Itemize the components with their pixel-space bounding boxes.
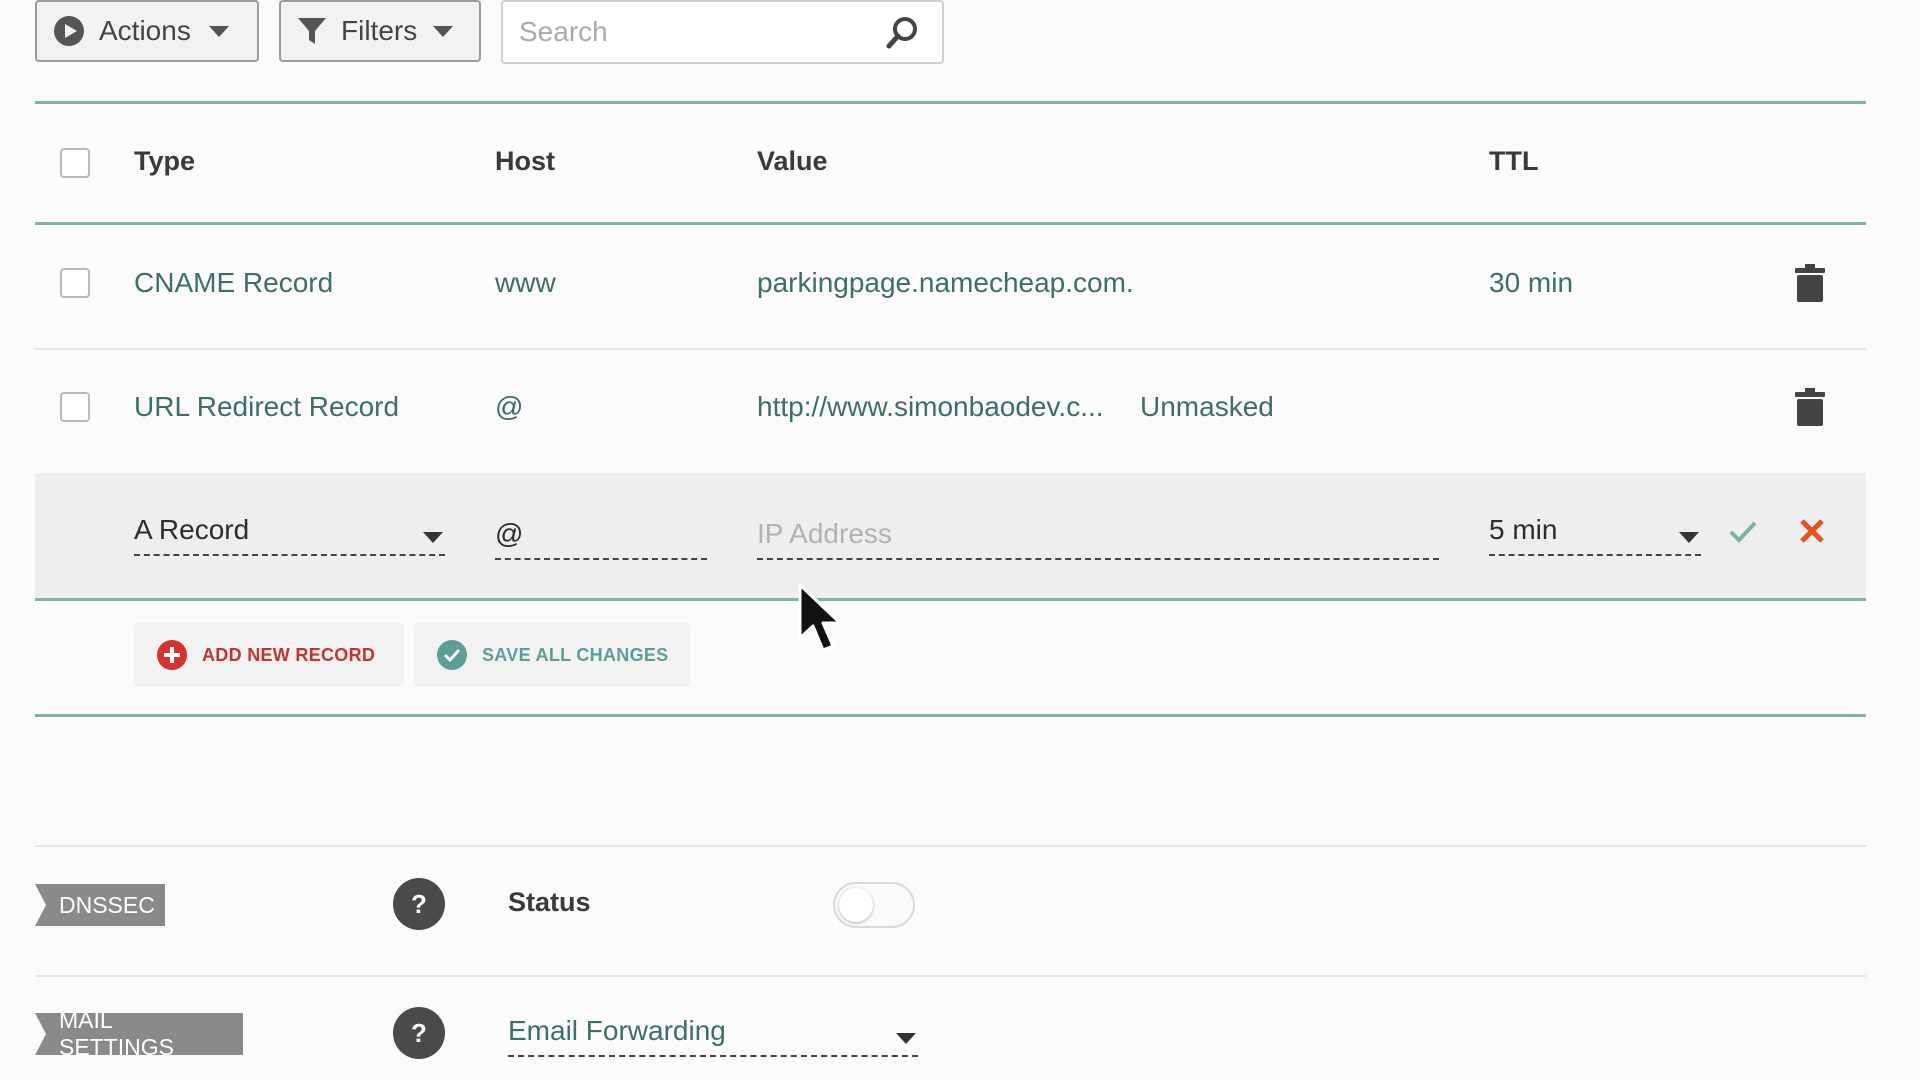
section-divider (35, 845, 1866, 847)
section-divider (35, 975, 1866, 977)
plus-circle-icon (157, 640, 187, 670)
add-new-record-label: ADD NEW RECORD (202, 644, 376, 665)
add-new-record-button[interactable]: ADD NEW RECORD (134, 623, 404, 687)
record-value[interactable]: http://www.simonbaodev.c... (757, 391, 1104, 423)
ip-address-input[interactable]: IP Address (757, 518, 1439, 560)
search-box (501, 0, 944, 64)
filters-button[interactable]: Filters (279, 0, 481, 62)
record-type-value: A Record (134, 514, 250, 545)
trash-icon[interactable] (1795, 264, 1825, 302)
records-bottom-rule (35, 714, 1866, 717)
save-record-check-icon[interactable] (1729, 520, 1757, 544)
record-host[interactable]: www (495, 267, 556, 299)
ttl-select[interactable]: 5 min (1489, 514, 1701, 556)
ttl-value: 5 min (1489, 514, 1558, 545)
record-ttl[interactable]: 30 min (1489, 267, 1573, 299)
dnssec-tag: DNSSEC (35, 884, 165, 926)
cancel-record-close-icon[interactable] (1799, 518, 1825, 544)
record-value[interactable]: parkingpage.namecheap.com. (757, 267, 1134, 299)
search-input[interactable] (503, 15, 886, 49)
chevron-down-icon (208, 25, 229, 37)
select-all-checkbox[interactable] (60, 148, 90, 178)
row-checkbox[interactable] (60, 392, 90, 422)
chevron-down-icon (423, 532, 443, 543)
mail-settings-help-icon[interactable]: ? (393, 1007, 445, 1059)
mail-settings-tag: MAIL SETTINGS (35, 1007, 243, 1060)
chevron-down-icon (896, 1033, 916, 1044)
record-host[interactable]: @ (495, 391, 523, 423)
save-all-changes-button[interactable]: SAVE ALL CHANGES (414, 623, 690, 687)
mail-settings-select[interactable]: Email Forwarding (508, 1015, 918, 1057)
actions-button[interactable]: Actions (35, 0, 259, 62)
host-value: @ (495, 518, 524, 549)
actions-label: Actions (99, 15, 191, 46)
dnssec-status-label: Status (508, 887, 591, 917)
edit-row-rule (35, 598, 1866, 601)
header-rule (35, 222, 1866, 225)
check-circle-icon (437, 640, 467, 670)
chevron-down-icon (433, 25, 454, 37)
ip-address-placeholder: IP Address (757, 518, 892, 549)
filter-icon (298, 18, 326, 44)
toggle-knob (839, 888, 873, 922)
dnssec-help-icon[interactable]: ? (393, 878, 445, 930)
column-header-ttl: TTL (1489, 146, 1539, 176)
save-all-changes-label: SAVE ALL CHANGES (482, 644, 669, 665)
filters-label: Filters (341, 15, 418, 46)
record-type[interactable]: CNAME Record (134, 267, 333, 299)
table-top-rule (35, 101, 1866, 104)
redirect-mode[interactable]: Unmasked (1140, 391, 1274, 423)
play-icon (54, 16, 84, 46)
row-checkbox[interactable] (60, 268, 90, 298)
mail-settings-value: Email Forwarding (508, 1015, 726, 1046)
dnssec-status-toggle[interactable] (833, 882, 915, 928)
mouse-cursor-icon (798, 583, 842, 652)
chevron-down-icon (1679, 532, 1699, 543)
column-header-type: Type (134, 146, 196, 176)
search-icon[interactable] (886, 15, 920, 49)
column-header-value: Value (757, 146, 828, 176)
host-input[interactable]: @ (495, 518, 707, 560)
record-type-select[interactable]: A Record (134, 514, 445, 556)
row-divider (35, 348, 1866, 350)
trash-icon[interactable] (1795, 388, 1825, 426)
column-header-host: Host (495, 146, 555, 176)
record-type[interactable]: URL Redirect Record (134, 391, 399, 423)
